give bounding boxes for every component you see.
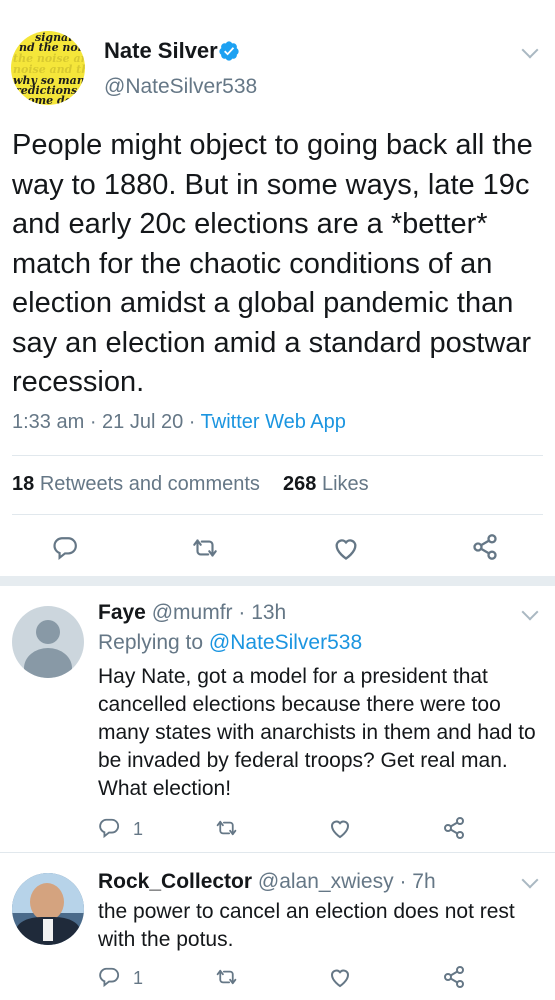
reply-time: 7h bbox=[412, 870, 436, 893]
author-handle[interactable]: @NateSilver538 bbox=[104, 75, 257, 99]
chevron-down-icon[interactable] bbox=[521, 41, 539, 59]
divider bbox=[12, 455, 543, 456]
share-icon[interactable] bbox=[442, 816, 466, 840]
likes-count: 268 bbox=[283, 473, 317, 495]
reply-author-handle[interactable]: @alan_xwiesy bbox=[258, 870, 394, 893]
retweets-count: 18 bbox=[12, 473, 35, 495]
retweet-icon[interactable] bbox=[214, 966, 239, 988]
reply-author-name[interactable]: Faye bbox=[98, 601, 146, 624]
reply-text: Hay Nate, got a model for a president th… bbox=[98, 665, 536, 800]
reply-text: the power to cancel an election does not… bbox=[98, 900, 515, 951]
avatar-text-line: some don bbox=[21, 94, 81, 106]
divider bbox=[0, 852, 555, 853]
user-avatar[interactable] bbox=[12, 873, 84, 945]
tweet-text: People might object to going back all th… bbox=[12, 129, 533, 398]
default-avatar-icon[interactable] bbox=[12, 606, 84, 678]
reply-header: Faye @mumfr · 13h bbox=[98, 601, 287, 624]
like-icon[interactable] bbox=[328, 966, 352, 988]
replying-to-handle[interactable]: @NateSilver538 bbox=[209, 631, 362, 654]
tweet-meta: 1:33 am · 21 Jul 20 · Twitter Web App bbox=[12, 411, 346, 433]
reply-icon[interactable] bbox=[98, 817, 120, 839]
reply-author-handle[interactable]: @mumfr bbox=[152, 601, 233, 624]
like-icon[interactable] bbox=[332, 535, 360, 561]
replying-to: Replying to @NateSilver538 bbox=[98, 631, 362, 655]
reply-count: 1 bbox=[133, 968, 144, 988]
tweet-source-link[interactable]: Twitter Web App bbox=[201, 411, 346, 433]
retweets-stat[interactable]: 18 Retweets and comments bbox=[12, 473, 260, 495]
reply-icon[interactable] bbox=[98, 966, 120, 988]
reply-time: 13h bbox=[251, 601, 287, 624]
reply-header: Rock_Collector @alan_xwiesy · 7h bbox=[98, 870, 436, 893]
reply-author-name[interactable]: Rock_Collector bbox=[98, 870, 252, 893]
tweet-time: 1:33 am bbox=[12, 411, 85, 433]
likes-stat[interactable]: 268 Likes bbox=[283, 473, 369, 495]
share-icon[interactable] bbox=[471, 533, 499, 561]
author-name[interactable]: Nate Silver bbox=[104, 38, 218, 64]
replying-to-label: Replying to bbox=[98, 631, 204, 654]
likes-label: Likes bbox=[321, 473, 369, 495]
retweets-label: Retweets and comments bbox=[39, 473, 260, 495]
chevron-down-icon[interactable] bbox=[521, 603, 539, 621]
author-avatar[interactable]: signal nd the noise the noise and th noi… bbox=[11, 31, 85, 105]
retweet-icon[interactable] bbox=[214, 817, 239, 839]
verified-badge-icon bbox=[219, 41, 239, 61]
section-separator bbox=[0, 576, 555, 586]
reply-icon[interactable] bbox=[52, 535, 78, 561]
tweet-date: 21 Jul 20 bbox=[102, 411, 184, 433]
share-icon[interactable] bbox=[442, 965, 466, 989]
retweet-icon[interactable] bbox=[190, 535, 220, 561]
like-icon[interactable] bbox=[328, 817, 352, 839]
author-name-text: Nate Silver bbox=[104, 38, 218, 63]
engagement-stats: 18 Retweets and comments 268 Likes bbox=[12, 473, 369, 496]
chevron-down-icon[interactable] bbox=[521, 871, 539, 889]
reply-count: 1 bbox=[133, 819, 144, 839]
divider bbox=[12, 514, 543, 515]
